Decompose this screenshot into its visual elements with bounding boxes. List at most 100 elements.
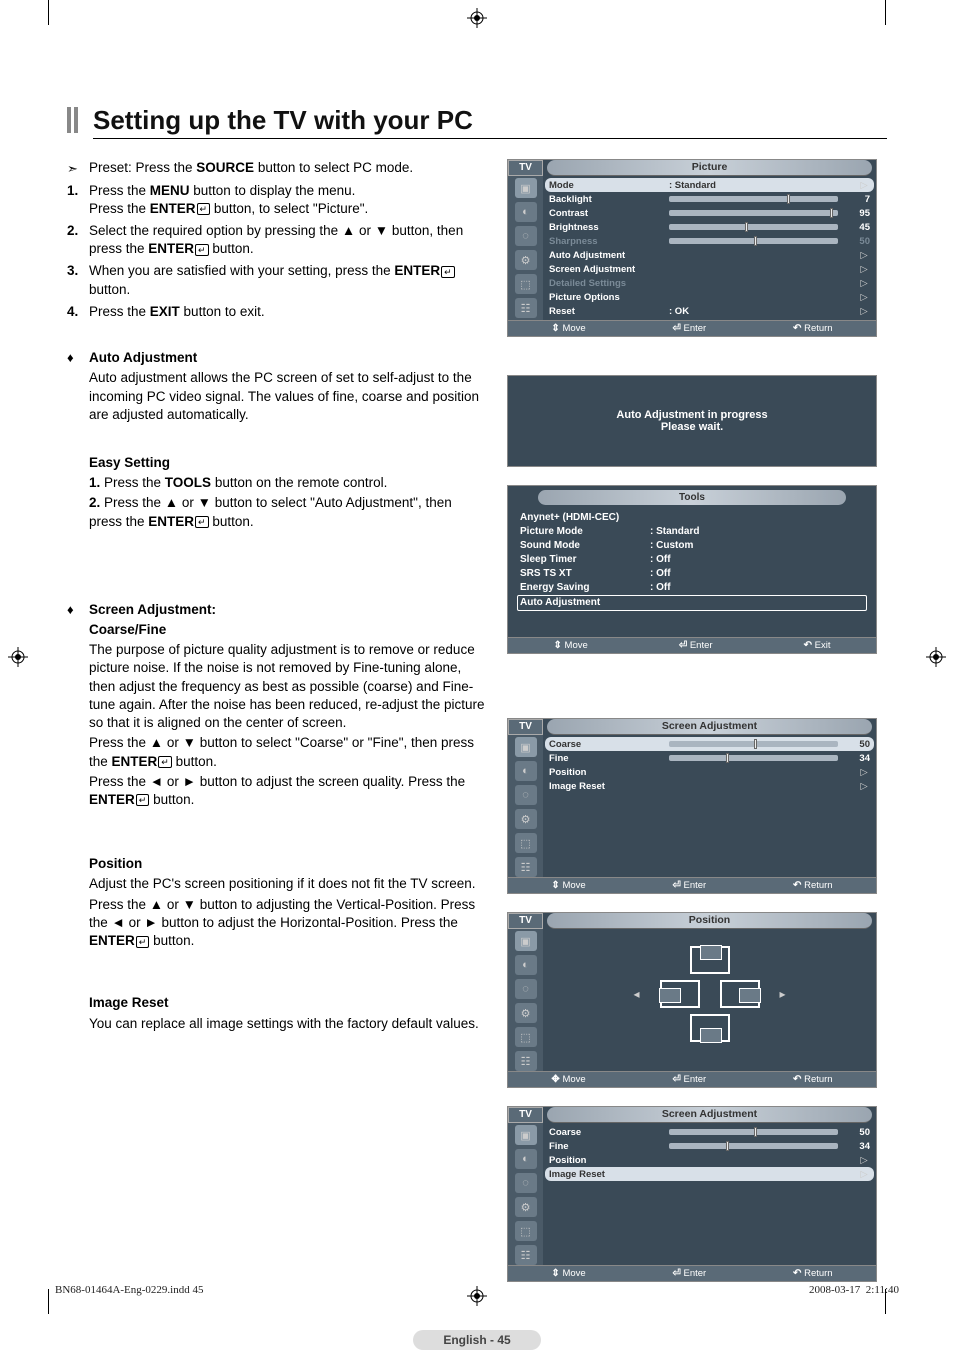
- osd-row: Screen Adjustment▷: [549, 262, 870, 276]
- position-down-icon: [690, 1014, 730, 1042]
- page-title: Setting up the TV with your PC: [93, 105, 887, 139]
- app-icon: ☷: [515, 1051, 537, 1071]
- osd-row: Auto Adjustment▷: [549, 248, 870, 262]
- picture-icon: ▣: [515, 178, 537, 198]
- diamond-bullet-icon: ♦: [67, 601, 89, 811]
- osd-row: Detailed Settings▷: [549, 276, 870, 290]
- auto-adjustment-title: Auto Adjustment: [89, 349, 487, 367]
- step-number: 1.: [67, 182, 89, 218]
- osd-row: Sharpness50: [549, 234, 870, 248]
- preset-line: Preset: Press the SOURCE button to selec…: [89, 159, 487, 178]
- position-grid: ◂ ▸: [543, 929, 876, 1059]
- screen-adjustment-para: Press the ▲ or ▼ button to select "Coars…: [89, 734, 487, 770]
- image-reset-title: Image Reset: [89, 994, 487, 1012]
- tools-row: Picture Mode: Standard: [520, 525, 864, 539]
- left-arrow-icon: ◂: [633, 987, 639, 1001]
- easy-setting-step: 2. Press the ▲ or ▼ button to select "Au…: [89, 494, 487, 530]
- sound-icon: ◐: [515, 1149, 537, 1169]
- enter-icon: [195, 516, 209, 528]
- enter-icon: [441, 266, 455, 278]
- position-left-icon: [660, 980, 700, 1008]
- diamond-bullet-icon: ♦: [67, 349, 89, 426]
- picture-icon: ▣: [515, 931, 537, 951]
- enter-hint: ⏎ Enter: [672, 323, 706, 334]
- osd-row: Position▷: [549, 765, 870, 779]
- easy-setting-title: Easy Setting: [89, 454, 487, 472]
- setup-icon: ⚙: [515, 250, 537, 270]
- osd-row: Mode: Standard▷: [545, 178, 874, 192]
- input-icon: ⬚: [515, 1027, 537, 1047]
- sound-icon: ◐: [515, 955, 537, 975]
- channel-icon: ◌: [515, 785, 537, 805]
- auto-adjustment-para: Auto adjustment allows the PC screen of …: [89, 369, 487, 424]
- move-hint: ⇕ Move: [551, 323, 585, 334]
- step-text: Select the required option by pressing t…: [89, 222, 487, 258]
- osd-tools-menu: Tools Anynet+ (HDMI-CEC)Picture Mode: St…: [507, 485, 877, 654]
- osd-row: Coarse50: [549, 1125, 870, 1139]
- position-para: Adjust the PC's screen positioning if it…: [89, 875, 487, 893]
- screen-adjustment-para: Press the ◄ or ► button to adjust the sc…: [89, 773, 487, 809]
- tools-row: Sleep Timer: Off: [520, 553, 864, 567]
- channel-icon: ◌: [515, 226, 537, 246]
- position-title: Position: [89, 855, 487, 873]
- registration-mark-icon: [8, 647, 28, 667]
- picture-icon: ▣: [515, 1125, 537, 1145]
- registration-mark-icon: [926, 647, 946, 667]
- tools-row: Anynet+ (HDMI-CEC): [520, 511, 864, 525]
- osd-footer: ⇕ Move ⏎ Enter ↶ Return: [508, 320, 876, 336]
- step-number: 2.: [67, 222, 89, 258]
- osd-footer: ⇕ Move ⏎ Enter ↶ Return: [508, 877, 876, 893]
- osd-row: Fine34: [549, 1139, 870, 1153]
- image-reset-para: You can replace all image settings with …: [89, 1015, 487, 1033]
- enter-icon: [158, 756, 172, 768]
- input-icon: ⬚: [515, 1221, 537, 1241]
- tools-row: Auto Adjustment: [517, 595, 867, 611]
- osd-footer: ⇕ Move ⏎ Enter ↶ Return: [508, 1265, 876, 1281]
- osd-screen-adjustment: TV Screen Adjustment ▣ ◐ ◌ ⚙ ⬚ ☷ Coarse5…: [507, 718, 877, 894]
- osd-sidebar: ▣ ◐ ◌ ⚙ ⬚ ☷: [508, 176, 543, 320]
- osd-tab: TV: [508, 160, 543, 176]
- step-number: 3.: [67, 262, 89, 298]
- step-text: Press the MENU button to display the men…: [89, 182, 487, 218]
- enter-icon: [195, 244, 209, 256]
- enter-icon: [136, 936, 150, 948]
- osd-row: Fine34: [549, 751, 870, 765]
- tools-row: Energy Saving: Off: [520, 581, 864, 595]
- sound-icon: ◐: [515, 202, 537, 222]
- picture-icon: ▣: [515, 737, 537, 757]
- osd-row: Position▷: [549, 1153, 870, 1167]
- tools-row: Sound Mode: Custom: [520, 539, 864, 553]
- osd-screen-adjustment-reset: TV Screen Adjustment ▣ ◐ ◌ ⚙ ⬚ ☷ Coarse5…: [507, 1106, 877, 1282]
- screen-adjustment-para: The purpose of picture quality adjustmen…: [89, 641, 487, 732]
- enter-icon: [197, 203, 211, 215]
- print-footer: BN68-01464A-Eng-0229.indd 45 2008-03-17 …: [55, 1284, 899, 1296]
- input-icon: ⬚: [515, 274, 537, 294]
- setup-icon: ⚙: [515, 809, 537, 829]
- tools-row: SRS TS XT: Off: [520, 567, 864, 581]
- osd-row: Backlight7: [549, 192, 870, 206]
- osd-title: Picture: [547, 160, 872, 176]
- setup-icon: ⚙: [515, 1003, 537, 1023]
- step-number: 4.: [67, 303, 89, 321]
- osd-row: Image Reset▷: [549, 779, 870, 793]
- osd-row: Contrast95: [549, 206, 870, 220]
- position-para: Press the ▲ or ▼ button to adjusting the…: [89, 896, 487, 951]
- page-number-label: English - 45: [67, 1330, 887, 1350]
- channel-icon: ◌: [515, 979, 537, 999]
- setup-icon: ⚙: [515, 1197, 537, 1217]
- osd-footer: ⇕ Move ⏎ Enter ↶ Exit: [508, 637, 876, 653]
- osd-position: TV Position ▣ ◐ ◌ ⚙ ⬚ ☷: [507, 912, 877, 1088]
- enter-icon: [136, 794, 150, 806]
- osd-row: Picture Options▷: [549, 290, 870, 304]
- position-right-icon: [720, 980, 760, 1008]
- registration-mark-icon: [467, 8, 487, 28]
- channel-icon: ◌: [515, 1173, 537, 1193]
- arrow-icon: ➣: [67, 160, 89, 178]
- input-icon: ⬚: [515, 833, 537, 853]
- osd-picture-menu: TV Picture ▣ ◐ ◌ ⚙ ⬚ ☷ Mode: Standard▷Ba…: [507, 159, 877, 337]
- screen-adjustment-subtitle: Coarse/Fine: [89, 621, 487, 639]
- right-arrow-icon: ▸: [780, 987, 786, 1001]
- app-icon: ☷: [515, 857, 537, 877]
- step-text: Press the EXIT button to exit.: [89, 303, 487, 321]
- osd-row: Brightness45: [549, 220, 870, 234]
